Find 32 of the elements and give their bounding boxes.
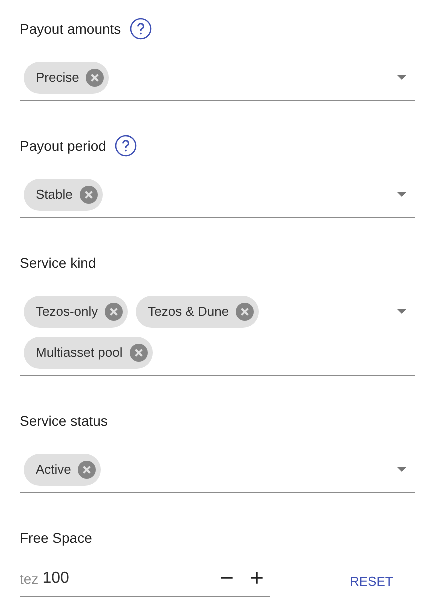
section-title: Service kind xyxy=(20,254,96,273)
remove-icon[interactable] xyxy=(80,186,98,204)
unit-prefix: tez xyxy=(20,570,39,588)
section-title: Payout period xyxy=(20,137,106,156)
chip[interactable]: Tezos & Dune xyxy=(136,296,260,328)
select-field[interactable]: Precise xyxy=(20,62,415,101)
select-field[interactable]: Stable xyxy=(20,179,415,218)
section-title: Service status xyxy=(20,412,108,431)
select-field[interactable]: Tezos-only Tezos & Dune Multiasset pool xyxy=(20,296,415,376)
number-field[interactable]: tez 100 − + xyxy=(20,566,270,597)
increment-button[interactable]: + xyxy=(248,567,266,591)
chip[interactable]: Stable xyxy=(24,179,103,211)
help-icon[interactable] xyxy=(130,18,152,40)
remove-icon[interactable] xyxy=(105,303,124,321)
decrement-button[interactable]: − xyxy=(218,567,236,591)
dropdown-arrow-icon xyxy=(397,309,407,314)
section-title: Payout amounts xyxy=(20,20,122,39)
chip[interactable]: Tezos-only xyxy=(24,296,128,328)
dropdown-arrow-icon xyxy=(397,75,407,80)
section-title: Free Space xyxy=(20,529,92,548)
remove-icon[interactable] xyxy=(130,344,148,362)
chip[interactable]: Precise xyxy=(24,62,110,94)
help-icon[interactable] xyxy=(115,135,138,157)
select-field[interactable]: Active xyxy=(20,454,415,493)
chip[interactable]: Multiasset pool xyxy=(24,337,153,369)
reset-button[interactable]: RESET xyxy=(350,572,394,592)
remove-icon[interactable] xyxy=(86,69,104,87)
dropdown-arrow-icon xyxy=(397,192,407,197)
remove-icon[interactable] xyxy=(236,303,254,321)
dropdown-arrow-icon xyxy=(397,467,407,472)
remove-icon[interactable] xyxy=(78,461,96,479)
chip[interactable]: Active xyxy=(24,454,102,486)
